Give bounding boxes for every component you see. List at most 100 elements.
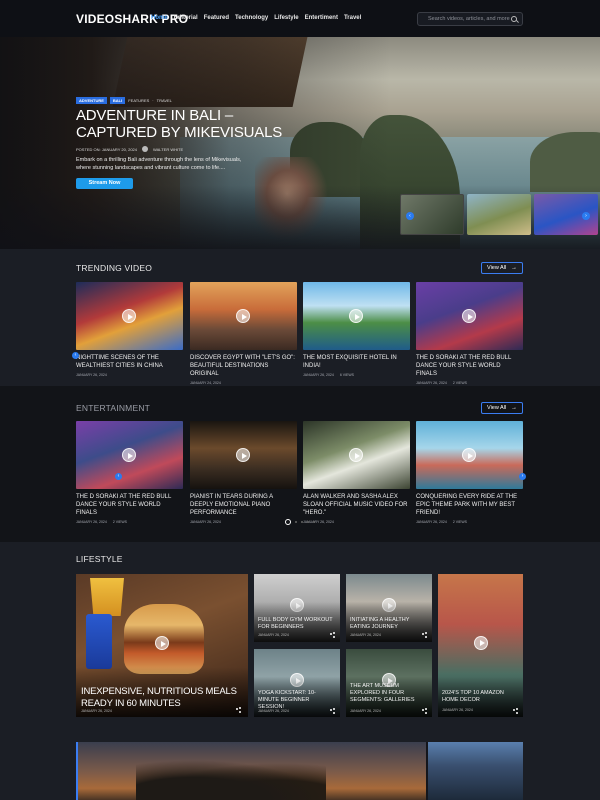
nav-editorial[interactable]: Editorial: [174, 15, 198, 21]
play-icon[interactable]: [236, 309, 250, 323]
chevron-right-icon[interactable]: ›: [582, 212, 590, 220]
author-avatar: [142, 146, 148, 152]
lifestyle-card[interactable]: FULL BODY GYM WORKOUT FOR BEGINNERS JANU…: [254, 574, 340, 642]
featured-date: JANUARY 26, 2024: [81, 709, 112, 713]
video-views: 6 VIEWS: [339, 373, 355, 377]
play-icon[interactable]: [462, 448, 476, 462]
video-meta: JANUARY 26, 2024: [76, 373, 183, 377]
video-thumbnail[interactable]: [76, 282, 183, 350]
carousel-dot[interactable]: [301, 521, 303, 523]
nav-featured[interactable]: Featured: [204, 15, 229, 21]
video-title[interactable]: DISCOVER EGYPT WITH "LET'S GO": BEAUTIFU…: [190, 354, 297, 378]
search-icon[interactable]: [511, 16, 517, 22]
card-title[interactable]: FULL BODY GYM WORKOUT FOR BEGINNERS: [258, 617, 334, 631]
chevron-left-icon[interactable]: ‹: [72, 352, 79, 359]
travel-banner[interactable]: [76, 742, 523, 800]
hero-author[interactable]: WALTER WHITE: [153, 147, 183, 152]
video-thumbnail[interactable]: [416, 421, 523, 489]
hero-title[interactable]: ADVENTURE IN BALI – CAPTURED BY MIKEVISU…: [76, 107, 316, 141]
banner-trees: [136, 760, 326, 800]
view-all-button[interactable]: View All →: [481, 402, 523, 414]
lifestyle-card[interactable]: THE ART MUSEUM EXPLORED IN FOUR SEGMENTS…: [346, 649, 432, 717]
nav-home[interactable]: Home: [151, 15, 168, 21]
share-icon[interactable]: [330, 708, 335, 713]
video-card[interactable]: THE D SORAKI AT THE RED BULL DANCE YOUR …: [76, 421, 183, 524]
arrow-right-icon: →: [511, 265, 517, 271]
card-title[interactable]: YOGA KICKSTART: 10-MINUTE BEGINNER SESSI…: [258, 690, 336, 711]
share-icon[interactable]: [422, 708, 427, 713]
chevron-left-icon[interactable]: ‹: [406, 212, 414, 220]
trending-section: TRENDING VIDEO View All → NIGHTTIME SCENE…: [0, 249, 600, 386]
card-title[interactable]: INITIATING A HEALTHY EATING JOURNEY: [350, 617, 426, 631]
carousel-dot[interactable]: [307, 521, 309, 523]
tag-features[interactable]: FEATURES: [128, 98, 149, 103]
carousel-dot[interactable]: [313, 521, 315, 523]
video-card[interactable]: PIANIST IN TEARS DURING A DEEPLY EMOTION…: [190, 421, 297, 524]
search-placeholder: Search videos, articles, and more: [428, 16, 510, 22]
video-thumbnail[interactable]: [416, 282, 523, 350]
search-input[interactable]: Search videos, articles, and more: [417, 12, 523, 26]
tag-bali[interactable]: BALI: [109, 97, 126, 104]
view-all-button[interactable]: View All →: [481, 262, 523, 274]
video-thumbnail[interactable]: [303, 421, 410, 489]
video-title[interactable]: THE D SORAKI AT THE RED BULL DANCE YOUR …: [416, 354, 523, 378]
video-thumbnail[interactable]: [190, 421, 297, 489]
chevron-left-icon[interactable]: ‹: [115, 473, 122, 480]
card-date: JANUARY 26, 2024: [442, 708, 473, 712]
play-icon[interactable]: [473, 635, 488, 650]
video-title[interactable]: CONQUERING EVERY RIDE AT THE EPIC THEME …: [416, 493, 523, 517]
video-date: JANUARY 26, 2024: [416, 520, 447, 524]
play-icon[interactable]: [349, 448, 363, 462]
card-title[interactable]: THE ART MUSEUM EXPLORED IN FOUR SEGMENTS…: [350, 683, 428, 704]
carousel-dot[interactable]: [295, 521, 297, 523]
play-icon[interactable]: [349, 309, 363, 323]
nav-travel[interactable]: Travel: [344, 15, 361, 21]
carousel-dot[interactable]: [285, 519, 291, 525]
video-title[interactable]: THE MOST EXQUISITE HOTEL IN INDIA!: [303, 354, 410, 370]
video-title[interactable]: NIGHTTIME SCENES OF THE WEALTHIEST CITIE…: [76, 354, 183, 370]
banner-side-image[interactable]: [426, 742, 523, 800]
play-icon[interactable]: [236, 448, 250, 462]
share-icon[interactable]: [330, 632, 335, 637]
video-card[interactable]: ALAN WALKER AND SASHA ALEX SLOAN OFFICIA…: [303, 421, 410, 524]
card-title[interactable]: 2024'S TOP 10 AMAZON HOME DECOR: [442, 690, 518, 704]
video-card[interactable]: CONQUERING EVERY RIDE AT THE EPIC THEME …: [416, 421, 523, 524]
share-icon[interactable]: [422, 632, 427, 637]
lifestyle-card[interactable]: INITIATING A HEALTHY EATING JOURNEY JANU…: [346, 574, 432, 642]
video-date: JANUARY 26, 2024: [76, 520, 107, 524]
tag-travel[interactable]: TRAVEL: [157, 98, 172, 103]
video-thumbnail[interactable]: [76, 421, 183, 489]
play-icon[interactable]: [122, 448, 136, 462]
play-icon[interactable]: [462, 309, 476, 323]
hero-banner: ADVENTURE BALI FEATURES · TRAVEL ADVENTU…: [0, 37, 600, 249]
soda-can-image: [86, 614, 112, 669]
video-thumbnail[interactable]: [303, 282, 410, 350]
featured-title[interactable]: INEXPENSIVE, NUTRITIOUS MEALS READY IN 6…: [81, 686, 241, 710]
nav-entertiment[interactable]: Entertiment: [305, 15, 338, 21]
video-card[interactable]: DISCOVER EGYPT WITH "LET'S GO": BEAUTIFU…: [190, 282, 297, 385]
chevron-right-icon[interactable]: ›: [519, 473, 526, 480]
video-card[interactable]: THE MOST EXQUISITE HOTEL IN INDIA! JANUA…: [303, 282, 410, 377]
tag-adventure[interactable]: ADVENTURE: [76, 97, 107, 104]
stream-now-button[interactable]: Stream Now: [76, 178, 133, 189]
nav-technology[interactable]: Technology: [235, 15, 268, 21]
share-icon[interactable]: [513, 708, 518, 713]
video-thumbnail[interactable]: [190, 282, 297, 350]
lifestyle-featured-card[interactable]: INEXPENSIVE, NUTRITIOUS MEALS READY IN 6…: [76, 574, 248, 717]
video-card[interactable]: NIGHTTIME SCENES OF THE WEALTHIEST CITIE…: [76, 282, 183, 377]
video-title[interactable]: ALAN WALKER AND SASHA ALEX SLOAN OFFICIA…: [303, 493, 410, 517]
hero-thumb[interactable]: [467, 194, 531, 235]
section-title: TRENDING VIDEO: [76, 263, 153, 273]
video-views: 2 VIEWS: [452, 520, 468, 524]
video-card[interactable]: THE D SORAKI AT THE RED BULL DANCE YOUR …: [416, 282, 523, 385]
fries-image: [90, 578, 124, 616]
lifestyle-card[interactable]: YOGA KICKSTART: 10-MINUTE BEGINNER SESSI…: [254, 649, 340, 717]
play-icon[interactable]: [122, 309, 136, 323]
video-title[interactable]: THE D SORAKI AT THE RED BULL DANCE YOUR …: [76, 493, 183, 517]
lifestyle-card[interactable]: 2024'S TOP 10 AMAZON HOME DECOR JANUARY …: [438, 574, 523, 717]
video-date: JANUARY 24, 2024: [190, 381, 221, 385]
nav-lifestyle[interactable]: Lifestyle: [274, 15, 298, 21]
play-icon[interactable]: [155, 636, 169, 650]
share-icon[interactable]: [236, 707, 241, 712]
video-title[interactable]: PIANIST IN TEARS DURING A DEEPLY EMOTION…: [190, 493, 297, 517]
